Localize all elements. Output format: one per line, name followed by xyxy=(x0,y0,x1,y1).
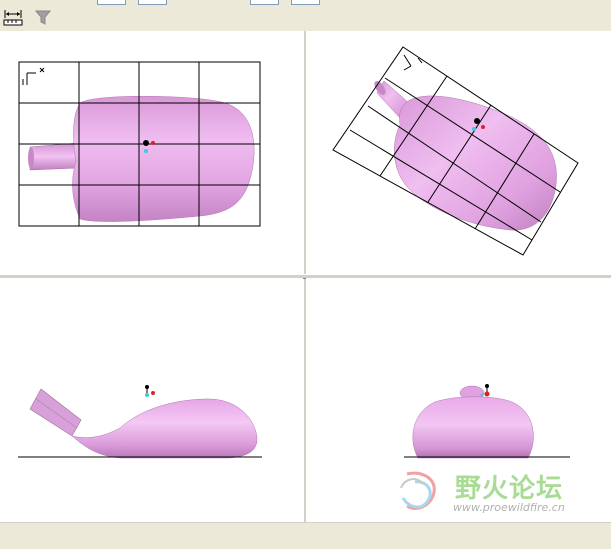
viewport-top[interactable] xyxy=(0,31,303,274)
toolbar-field-4[interactable] xyxy=(291,0,320,5)
watermark-logo-icon xyxy=(400,471,436,510)
viewport-rotated[interactable] xyxy=(306,31,611,274)
status-bar xyxy=(0,522,611,549)
viewport-side[interactable]: 野火论坛 www.proewildfire.cn xyxy=(306,278,611,522)
watermark: 野火论坛 www.proewildfire.cn xyxy=(393,468,603,516)
viewport-front[interactable] xyxy=(0,278,303,522)
fit-width-icon[interactable] xyxy=(3,9,23,26)
toolbar-field-3[interactable] xyxy=(250,0,279,5)
toolbar xyxy=(0,0,611,30)
filter-icon[interactable] xyxy=(33,9,53,26)
toolbar-field-2[interactable] xyxy=(138,0,167,5)
watermark-title: 野火论坛 xyxy=(455,474,564,504)
watermark-url: www.proewildfire.cn xyxy=(453,501,565,514)
toolbar-field-1[interactable] xyxy=(97,0,126,5)
